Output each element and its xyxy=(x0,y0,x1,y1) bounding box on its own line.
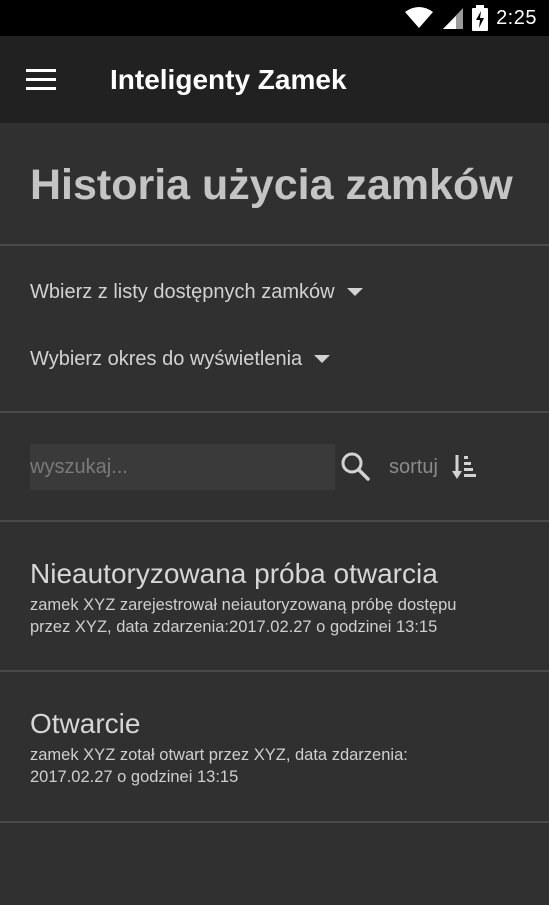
dropdown-arrow-icon xyxy=(346,288,363,296)
lock-select-label: Wbierz z listy dostępnych zamków xyxy=(30,281,335,303)
wifi-icon xyxy=(405,7,434,28)
sort-label: sortuj xyxy=(389,455,438,478)
main-content: Historia użycia zamków Wbierz z listy do… xyxy=(0,123,549,905)
app-title: Inteligenty Zamek xyxy=(110,64,347,95)
status-bar: 2:25 xyxy=(0,0,549,36)
search-box xyxy=(30,444,335,490)
cell-signal-icon xyxy=(443,8,464,29)
dropdown-arrow-icon xyxy=(314,355,331,363)
event-description-line: zamek XYZ zotał otwart przez XYZ, data z… xyxy=(30,746,408,764)
status-icons: 2:25 xyxy=(404,0,537,36)
divider xyxy=(0,411,549,413)
event-title: Nieautoryzowana próba otwarcia xyxy=(30,558,438,589)
event-item[interactable]: Otwarcie zamek XYZ zotał otwart przez XY… xyxy=(30,708,530,788)
search-input[interactable] xyxy=(30,444,335,490)
lock-select-dropdown[interactable]: Wbierz z listy dostępnych zamków xyxy=(30,281,363,304)
event-description: zamek XYZ zotał otwart przez XYZ, data z… xyxy=(30,744,530,788)
search-button[interactable] xyxy=(338,449,372,483)
divider xyxy=(0,670,549,672)
sort-descending-icon xyxy=(451,455,476,479)
status-time: 2:25 xyxy=(496,6,537,29)
event-description-line: zamek XYZ zarejestrował neiautoryzowaną … xyxy=(30,596,457,614)
event-description-line: 2017.02.27 o godzinei 13:15 xyxy=(30,768,239,786)
period-select-label: Wybierz okres do wyświetlenia xyxy=(30,348,303,370)
battery-charging-icon xyxy=(472,5,489,31)
period-select-dropdown[interactable]: Wybierz okres do wyświetlenia xyxy=(30,348,331,371)
divider xyxy=(0,244,549,246)
event-title: Otwarcie xyxy=(30,708,141,739)
page-title: Historia użycia zamków xyxy=(30,161,513,209)
event-item[interactable]: Nieautoryzowana próba otwarcia zamek XYZ… xyxy=(30,558,530,638)
app-bar: Inteligenty Zamek xyxy=(0,36,549,123)
event-description-line: przez XYZ, data zdarzenia:2017.02.27 o g… xyxy=(30,618,438,636)
divider xyxy=(0,520,549,522)
search-icon xyxy=(341,452,370,481)
divider xyxy=(0,821,549,823)
sort-button[interactable]: sortuj xyxy=(389,447,476,487)
hamburger-menu-icon xyxy=(26,69,56,90)
menu-button[interactable] xyxy=(18,58,64,102)
event-description: zamek XYZ zarejestrował neiautoryzowaną … xyxy=(30,594,530,638)
